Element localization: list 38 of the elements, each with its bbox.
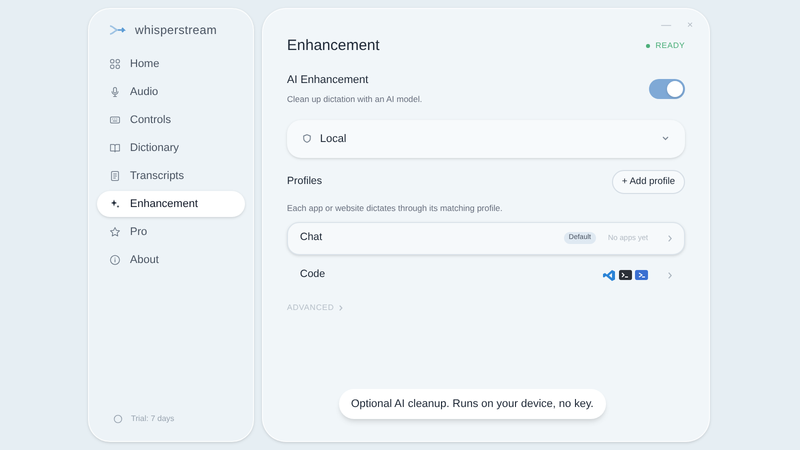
nav-item[interactable]: Audio xyxy=(97,79,245,105)
nav-item[interactable]: About xyxy=(97,247,245,273)
section-description: Each app or website dictates through its matching profile. xyxy=(287,202,504,214)
trial-text: Trial: 7 days xyxy=(131,413,174,425)
nav-item[interactable]: Pro xyxy=(97,219,245,245)
document-icon xyxy=(109,170,121,182)
keyboard-icon xyxy=(109,114,121,126)
info-icon xyxy=(109,254,121,266)
terminal-icon xyxy=(619,270,632,280)
shield-icon xyxy=(303,134,311,144)
chevron-down-icon xyxy=(662,136,669,142)
code-editor-icon xyxy=(603,268,616,282)
add-profile-button[interactable]: + Add profile xyxy=(612,170,685,194)
chevron-right-icon xyxy=(668,234,672,242)
shell-icon xyxy=(635,270,648,280)
microphone-icon xyxy=(109,86,121,98)
star-icon xyxy=(109,226,121,238)
chevron-right-icon xyxy=(339,304,344,310)
setting-label: AI Enhancement xyxy=(287,72,370,88)
logo-icon xyxy=(109,24,127,36)
section-label: Profiles xyxy=(287,174,322,189)
setting-description: Clean up dictation with an AI model. xyxy=(287,93,422,106)
nav-item[interactable]: Transcripts xyxy=(97,163,245,189)
app-name: whisperstream xyxy=(135,22,217,39)
book-icon xyxy=(109,142,121,154)
status-text: READY xyxy=(655,40,685,52)
nav-item[interactable]: Home xyxy=(97,51,245,77)
nav-item[interactable]: Dictionary xyxy=(97,135,245,161)
sparkle-icon xyxy=(109,198,121,210)
grid-icon xyxy=(109,58,121,70)
page-title: Enhancement xyxy=(287,36,380,56)
caption-bubble: Optional AI cleanup. Runs on your device, no key. xyxy=(339,389,606,419)
toggle-switch[interactable] xyxy=(649,78,685,99)
chevron-right-icon xyxy=(668,272,672,278)
nav-item[interactable]: Controls xyxy=(97,107,245,133)
nav-item[interactable]: Enhancement xyxy=(97,191,245,217)
provider-dropdown[interactable]: Local xyxy=(287,120,685,158)
clock-icon xyxy=(113,414,123,424)
